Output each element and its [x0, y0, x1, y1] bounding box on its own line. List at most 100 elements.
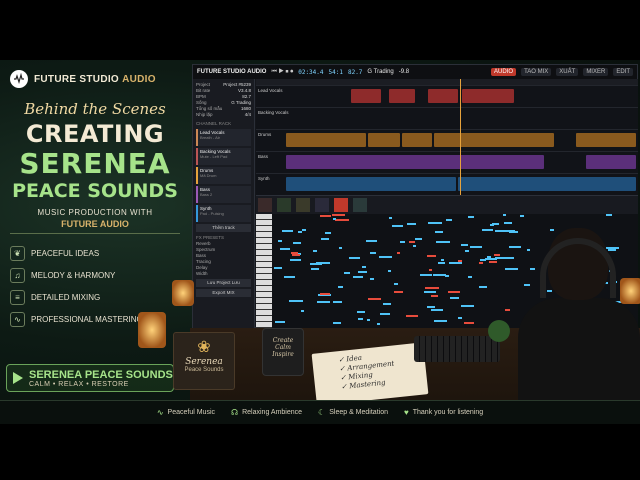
midi-note[interactable] [332, 214, 345, 216]
midi-note[interactable] [406, 315, 418, 317]
midi-note[interactable] [280, 248, 290, 250]
midi-note[interactable] [413, 245, 416, 247]
midi-note[interactable] [278, 240, 282, 242]
midi-note[interactable] [301, 310, 304, 312]
cta-banner[interactable]: SERENEA PEACE SOUNDS CALM • RELAX • REST… [6, 364, 174, 392]
midi-note[interactable] [468, 276, 472, 278]
midi-note[interactable] [377, 323, 380, 325]
midi-note[interactable] [448, 291, 460, 293]
midi-note[interactable] [461, 305, 474, 307]
midi-note[interactable] [490, 224, 494, 226]
edit-button[interactable]: EDIT [613, 68, 633, 76]
midi-note[interactable] [298, 231, 302, 233]
pr-tool[interactable] [277, 198, 291, 212]
midi-note[interactable] [436, 241, 448, 243]
piano-keys[interactable] [256, 214, 272, 330]
midi-note[interactable] [358, 271, 367, 273]
midi-note[interactable] [349, 257, 360, 259]
midi-note[interactable] [487, 256, 491, 258]
midi-note[interactable] [465, 250, 469, 252]
transport-icons[interactable]: ⏮ ▶ ⏹ ⏺ [271, 69, 293, 76]
track-item[interactable]: Synth Pad - Pulsing [196, 205, 251, 222]
midi-note[interactable] [407, 223, 416, 225]
midi-note[interactable] [428, 222, 442, 224]
midi-note[interactable] [392, 225, 403, 227]
midi-note[interactable] [368, 298, 381, 300]
lane-backing-vocals[interactable]: Backing Vocals [256, 107, 638, 127]
midi-note[interactable] [479, 286, 487, 288]
midi-note[interactable] [335, 219, 349, 221]
midi-note[interactable] [310, 263, 322, 265]
midi-note[interactable] [431, 295, 438, 297]
lane-drums[interactable]: Drums [256, 129, 638, 149]
midi-note[interactable] [284, 276, 295, 278]
midi-note[interactable] [503, 214, 506, 216]
midi-note[interactable] [320, 215, 331, 217]
track-item[interactable]: Backing Vocals Mute - Left Pad [196, 148, 251, 165]
midi-note[interactable] [302, 229, 306, 231]
midi-note[interactable] [441, 259, 444, 261]
save-project-button[interactable]: Lưu Project Lưu [196, 279, 251, 287]
track-item[interactable]: Bass Bass 2 [196, 186, 251, 203]
midi-note[interactable] [317, 301, 330, 303]
midi-note[interactable] [388, 270, 391, 272]
audio-button[interactable]: AUDIO [491, 68, 517, 76]
midi-note[interactable] [394, 291, 403, 293]
midi-note[interactable] [383, 303, 391, 305]
fx-item[interactable]: Width [196, 271, 251, 277]
midi-note[interactable] [464, 322, 474, 324]
midi-note[interactable] [321, 238, 329, 240]
track-item[interactable]: Lead Vocals Breath - Air [196, 129, 251, 146]
midi-note[interactable] [358, 318, 363, 320]
midi-note[interactable] [429, 269, 432, 271]
midi-note[interactable] [468, 216, 474, 218]
midi-note[interactable] [339, 247, 342, 249]
midi-note[interactable] [320, 293, 330, 295]
midi-note[interactable] [292, 254, 300, 256]
midi-note[interactable] [504, 222, 512, 224]
midi-note[interactable] [333, 218, 336, 220]
midi-note[interactable] [482, 229, 493, 231]
midi-note[interactable] [366, 240, 377, 242]
midi-note[interactable] [389, 217, 392, 219]
midi-note[interactable] [282, 230, 293, 232]
midi-note[interactable] [333, 322, 341, 324]
midi-note[interactable] [289, 300, 303, 302]
midi-note[interactable] [380, 313, 390, 315]
midi-note[interactable] [394, 283, 398, 285]
midi-note[interactable] [470, 246, 482, 248]
midi-note[interactable] [333, 301, 342, 303]
playhead[interactable] [460, 79, 461, 195]
midi-note[interactable] [425, 287, 439, 289]
lane-bass[interactable]: Bass [256, 151, 638, 171]
midi-note[interactable] [325, 232, 331, 234]
midi-note[interactable] [435, 231, 443, 233]
midi-note[interactable] [362, 266, 366, 268]
midi-note[interactable] [293, 242, 301, 244]
midi-note[interactable] [479, 262, 483, 264]
midi-note[interactable] [427, 306, 435, 308]
mix-button[interactable]: TAO MIX [521, 68, 552, 76]
midi-note[interactable] [311, 268, 319, 270]
midi-note[interactable] [344, 272, 350, 274]
midi-note[interactable] [606, 214, 612, 216]
pr-tool[interactable] [296, 198, 310, 212]
midi-note[interactable] [313, 250, 317, 252]
pr-tool[interactable] [334, 198, 348, 212]
midi-note[interactable] [429, 274, 432, 276]
midi-note[interactable] [400, 241, 405, 243]
midi-note[interactable] [431, 309, 439, 311]
add-track-button[interactable]: Thêm track [196, 224, 251, 232]
midi-note[interactable] [370, 252, 376, 254]
midi-note[interactable] [461, 244, 468, 246]
export-button[interactable]: XUẤT [556, 68, 579, 76]
lane-synth[interactable]: Synth [256, 173, 638, 193]
midi-note[interactable] [353, 276, 363, 278]
midi-note[interactable] [275, 321, 285, 323]
midi-note[interactable] [367, 319, 370, 321]
midi-note[interactable] [458, 317, 462, 319]
track-item[interactable]: Drums Mã Drum [196, 167, 251, 184]
midi-note[interactable] [291, 252, 298, 254]
midi-note[interactable] [338, 286, 343, 288]
mixer-button[interactable]: MIXER [583, 68, 609, 76]
